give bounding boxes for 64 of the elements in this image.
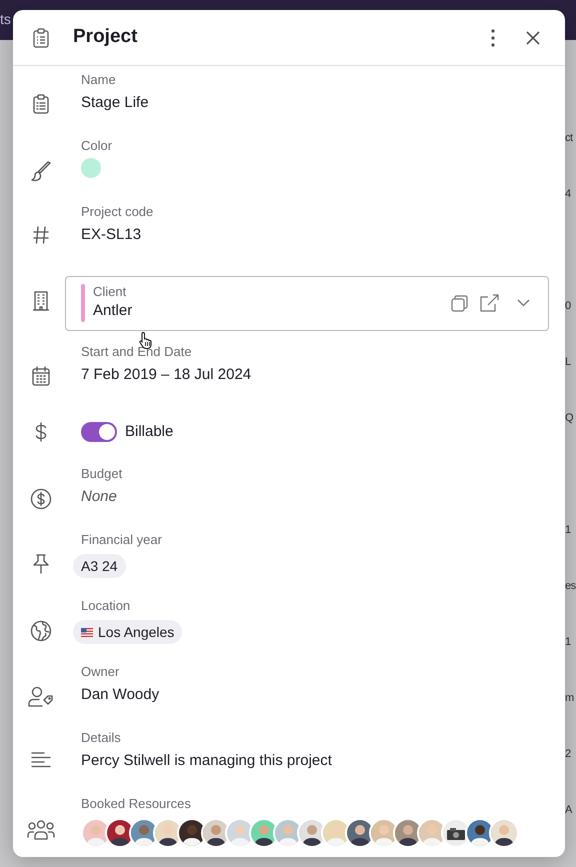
- text-lines-icon: [31, 752, 51, 768]
- field-label: Owner: [81, 664, 120, 680]
- table-cell-text: A: [565, 802, 572, 818]
- value-chip: A3 24: [73, 554, 126, 578]
- clipboard-icon: [33, 28, 49, 48]
- clipboard-icon: [33, 94, 49, 114]
- field-value: Percy Stilwell is managing this project: [81, 751, 332, 771]
- table-cell-text: es: [565, 578, 576, 594]
- field-label: Client: [93, 284, 128, 300]
- color-swatch[interactable]: [81, 158, 101, 178]
- dialog-title: Project: [73, 25, 138, 50]
- globe-icon: [30, 620, 52, 642]
- building-icon: [33, 291, 49, 311]
- field-label: Booked Resources: [81, 796, 192, 812]
- field-value: EX-SL13: [81, 225, 142, 245]
- chevron-down-icon[interactable]: [517, 299, 530, 307]
- field-value: None: [81, 487, 118, 507]
- people-icon: [27, 820, 55, 840]
- header-text: ts: [0, 10, 11, 29]
- avatar: [491, 820, 517, 846]
- avatar: [251, 820, 277, 846]
- table-cell-text: Q: [565, 410, 574, 426]
- avatar: [395, 820, 421, 846]
- dollar-circle-icon: [30, 488, 52, 510]
- field-label: Name: [81, 72, 117, 88]
- dollar-icon: [35, 422, 47, 442]
- pushpin-icon: [32, 554, 50, 574]
- field-label: Color: [81, 138, 112, 154]
- value-chip: Los Angeles: [73, 620, 182, 644]
- field-label: Budget: [81, 466, 122, 482]
- table-cell-text: 1: [565, 634, 571, 650]
- field-value: 7 Feb 2019 – 18 Jul 2024: [81, 365, 252, 385]
- toggle-label: Billable: [125, 422, 174, 442]
- hash-icon: [33, 226, 49, 244]
- table-cell-text: 2: [565, 746, 571, 762]
- client-select[interactable]: Client Antler: [65, 276, 549, 330]
- table-cell-text: L: [565, 354, 571, 370]
- paintbrush-icon: [30, 161, 52, 183]
- flag-icon: [81, 628, 93, 636]
- table-cell-text: ct: [565, 130, 572, 146]
- table-cell-text: 4: [565, 186, 571, 202]
- billable-toggle[interactable]: [81, 422, 117, 442]
- field-label: Project code: [81, 204, 154, 220]
- calendar-icon: [32, 366, 50, 386]
- field-value: Antler: [93, 301, 132, 321]
- field-label: Location: [81, 598, 132, 614]
- field-label: Financial year: [81, 532, 162, 548]
- copy-icon[interactable]: [451, 294, 468, 312]
- field-label: Details: [81, 730, 122, 746]
- avatar: [347, 820, 373, 846]
- table-cell-text: 1: [565, 522, 571, 538]
- avatar: [107, 820, 133, 846]
- external-edit-icon[interactable]: [480, 294, 499, 312]
- field-value: Dan Woody: [81, 685, 160, 705]
- field-label: Start and End Date: [81, 344, 193, 360]
- avatar: [155, 820, 181, 846]
- more-options-icon[interactable]: [491, 28, 495, 46]
- table-cell-text: 0: [565, 298, 571, 314]
- avatar: [203, 820, 229, 846]
- table-cell-text: m: [565, 690, 574, 706]
- user-tag-icon: [28, 686, 54, 708]
- avatar: [299, 820, 325, 846]
- close-icon[interactable]: [526, 30, 540, 44]
- field-value: Stage Life: [81, 93, 149, 113]
